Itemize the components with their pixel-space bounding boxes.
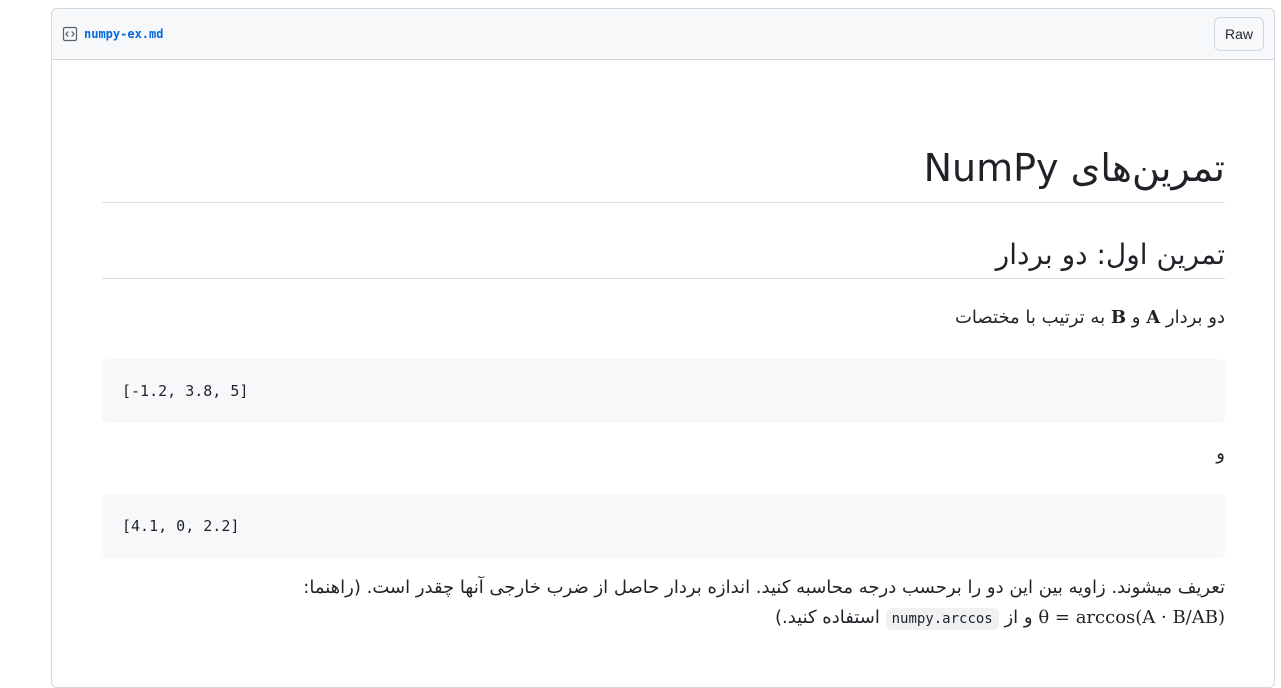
intro-and: و <box>1131 307 1141 328</box>
page-title: تمرین‌های NumPy <box>102 144 1225 203</box>
intro-text-before: دو بردار <box>1165 307 1225 328</box>
code-file-icon <box>62 26 78 42</box>
and-paragraph: و <box>1216 443 1225 464</box>
file-container: numpy-ex.md Raw تمرین‌های NumPy تمرین او… <box>51 8 1275 688</box>
angle-formula: θ = arccos(A · B/AB) <box>1038 607 1225 628</box>
raw-button[interactable]: Raw <box>1213 17 1264 51</box>
code-block-vector-a: [-1.2, 3.8, 5] <box>102 359 1225 423</box>
vector-b-symbol: B <box>1110 307 1127 328</box>
inline-code-arccos: numpy.arccos <box>885 608 999 630</box>
section-heading: تمرین اول: دو بردار <box>102 237 1225 279</box>
file-header: numpy-ex.md Raw <box>52 9 1274 60</box>
file-name-link[interactable]: numpy-ex.md <box>84 27 163 41</box>
task-text-end: استفاده کنید.) <box>774 607 880 628</box>
task-and-from: و از <box>1004 607 1033 628</box>
intro-text-after: به ترتیب با مختصات <box>954 307 1106 328</box>
vector-a-symbol: A <box>1146 307 1161 328</box>
task-text-line1: تعریف میشوند. زاویه بین این دو را برحسب … <box>303 577 1225 598</box>
intro-paragraph: دو بردار A و B به ترتیب با مختصات <box>102 304 1225 332</box>
task-paragraph: تعریف میشوند. زاویه بین این دو را برحسب … <box>102 573 1225 634</box>
file-info: numpy-ex.md <box>62 26 163 42</box>
code-block-vector-b: [4.1, 0, 2.2] <box>102 494 1225 558</box>
